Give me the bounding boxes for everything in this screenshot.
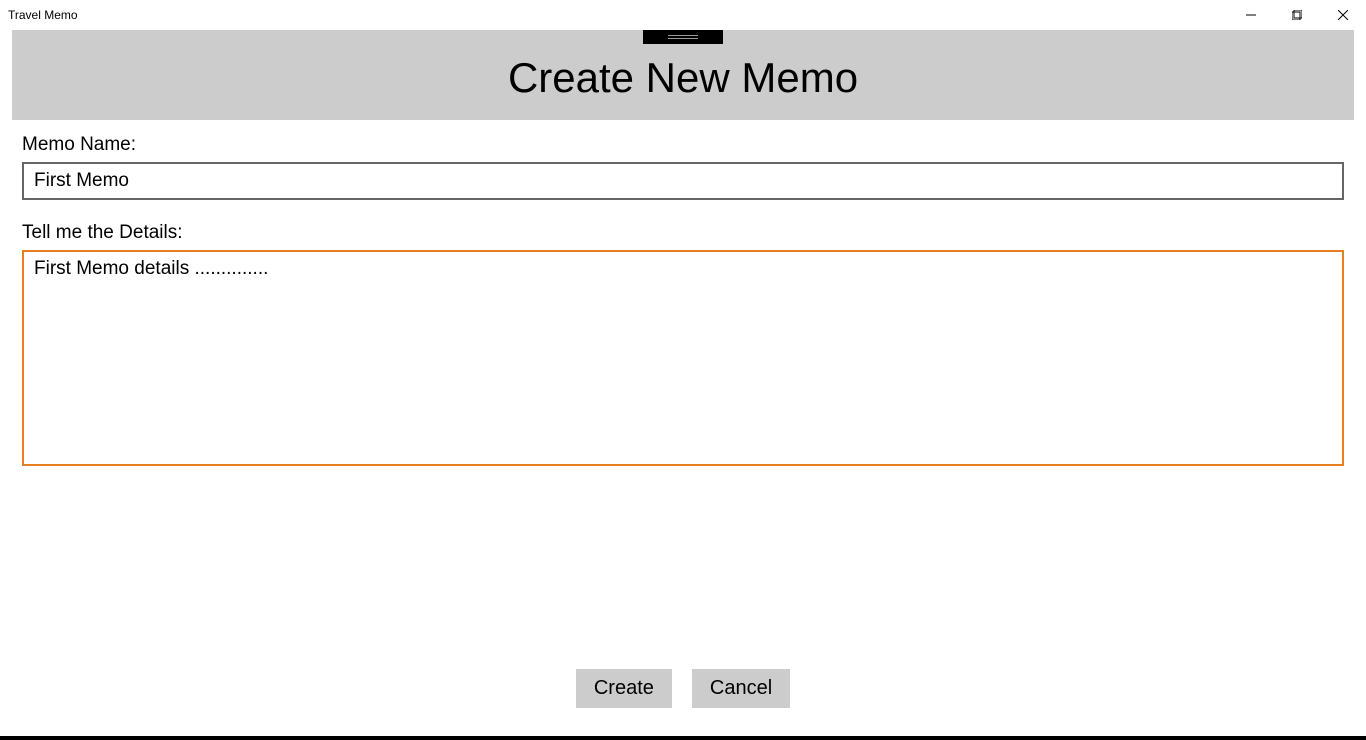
maximize-button[interactable] bbox=[1274, 0, 1320, 30]
button-row: Create Cancel bbox=[0, 669, 1366, 708]
maximize-icon bbox=[1292, 10, 1302, 20]
page-title: Create New Memo bbox=[508, 54, 858, 102]
drag-handle[interactable] bbox=[643, 30, 723, 44]
window-titlebar: Travel Memo bbox=[0, 0, 1366, 30]
minimize-button[interactable] bbox=[1228, 0, 1274, 30]
window-title: Travel Memo bbox=[8, 8, 78, 22]
details-textarea[interactable]: First Memo details .............. bbox=[22, 250, 1344, 466]
window-controls bbox=[1228, 0, 1366, 30]
close-icon bbox=[1338, 10, 1348, 20]
close-button[interactable] bbox=[1320, 0, 1366, 30]
drag-handle-icon bbox=[668, 35, 698, 39]
details-label: Tell me the Details: bbox=[22, 222, 1344, 244]
bottom-border bbox=[0, 736, 1366, 740]
minimize-icon bbox=[1246, 10, 1256, 20]
create-button[interactable]: Create bbox=[576, 669, 672, 708]
memo-name-label: Memo Name: bbox=[22, 134, 1344, 156]
memo-name-input[interactable] bbox=[22, 162, 1344, 200]
content-wrapper: Create New Memo Memo Name: Tell me the D… bbox=[0, 30, 1366, 471]
form-area: Memo Name: Tell me the Details: First Me… bbox=[12, 120, 1354, 471]
header-banner: Create New Memo bbox=[12, 30, 1354, 120]
cancel-button[interactable]: Cancel bbox=[692, 669, 790, 708]
